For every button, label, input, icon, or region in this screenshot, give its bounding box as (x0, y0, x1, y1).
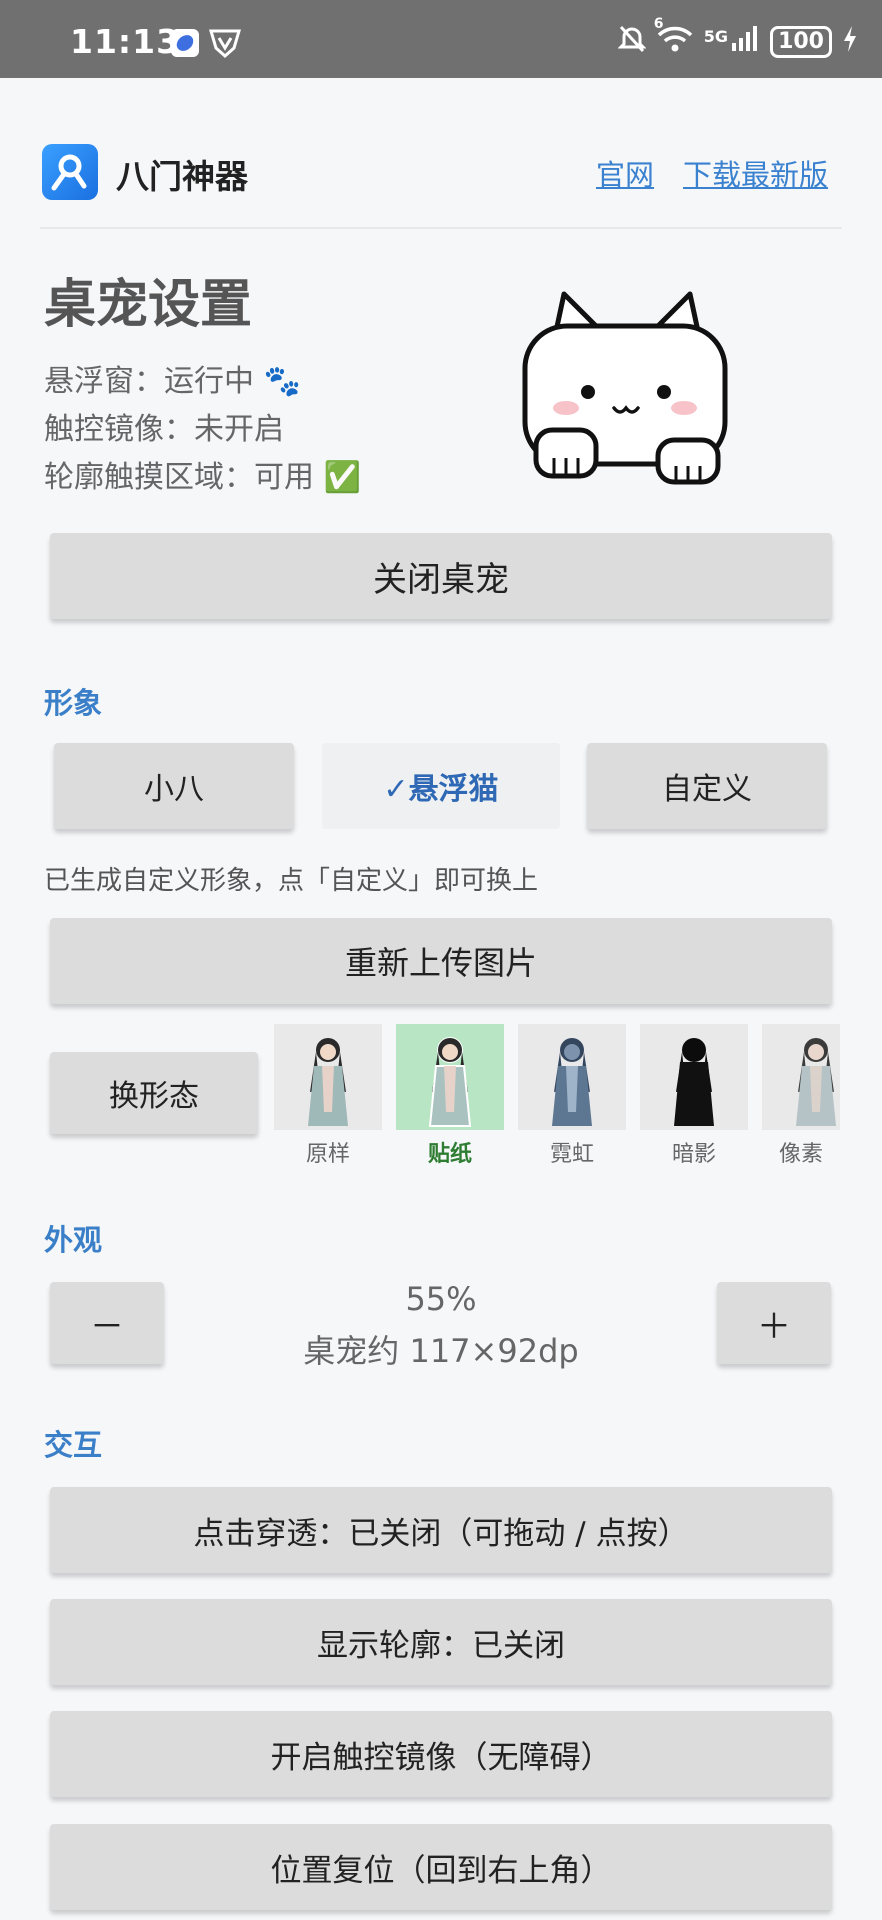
figure-shadow-image (674, 1038, 714, 1126)
form-thumb-sticker[interactable] (396, 1024, 504, 1130)
option-custom-button[interactable]: 自定义 (587, 743, 827, 829)
form-label-original: 原样 (305, 1142, 350, 1167)
form-thumb-neon[interactable] (518, 1024, 626, 1130)
appearance-section-label: 外观 (44, 1223, 103, 1257)
figure-pixel-image (796, 1038, 836, 1126)
status-time: 11:13 (70, 22, 181, 61)
status-right: 6 5G 100 (617, 16, 858, 60)
form-label-neon: 霓虹 (549, 1142, 594, 1167)
contour-area-status: 轮廓触摸区域：可用 ✅ (44, 460, 361, 495)
enable-touch-mirror-button[interactable]: 开启触控镜像（无障碍） (50, 1711, 832, 1797)
status-bar: 11:13 6 5G 100 (0, 0, 882, 78)
size-dp-text: 桌宠约 117×92dp (303, 1332, 579, 1370)
form-thumb-shadow[interactable] (640, 1024, 748, 1130)
interaction-section-label: 交互 (44, 1428, 103, 1462)
battery-icon: 100 (770, 26, 832, 58)
form-label-sticker: 贴纸 (427, 1142, 472, 1167)
download-latest-link[interactable]: 下载最新版 (683, 152, 828, 194)
click-through-button[interactable]: 点击穿透：已关闭（可拖动 / 点按） (50, 1487, 832, 1573)
app-header: 八门神器 官网 下载最新版 (0, 78, 882, 228)
custom-image-note: 已生成自定义形象，点「自定义」即可换上 (44, 866, 539, 896)
signal-icon (730, 25, 760, 59)
official-site-link[interactable]: 官网 (596, 152, 654, 194)
close-pet-button[interactable]: 关闭桌宠 (50, 533, 832, 619)
figure-original-image (308, 1038, 348, 1126)
reupload-image-button[interactable]: 重新上传图片 (50, 918, 832, 1004)
form-label-pixel: 像素 (778, 1142, 823, 1167)
network-type: 5G (703, 26, 729, 46)
figure-sticker-image (428, 1037, 472, 1127)
charging-icon (842, 25, 858, 59)
shield-icon (208, 28, 242, 62)
option-floating-cat-button[interactable]: ✓悬浮猫 (322, 743, 560, 829)
image-section-label: 形象 (44, 686, 103, 720)
app-logo-icon (42, 144, 98, 200)
size-percent: 55% (405, 1280, 477, 1318)
form-thumb-original[interactable] (274, 1024, 382, 1130)
wifi-label: 6 (653, 16, 664, 32)
wifi-icon: 6 (654, 16, 694, 60)
floating-window-status: 悬浮窗：运行中 🐾 (44, 364, 301, 399)
show-contour-button[interactable]: 显示轮廓：已关闭 (50, 1599, 832, 1685)
page-title: 桌宠设置 (44, 275, 253, 335)
option-xiaoba-button[interactable]: 小八 (54, 743, 294, 829)
reset-position-button[interactable]: 位置复位（回到右上角） (50, 1824, 832, 1910)
form-label-shadow: 暗影 (671, 1142, 716, 1167)
header-divider (40, 227, 842, 229)
change-form-button[interactable]: 换形态 (50, 1052, 258, 1134)
form-thumb-pixel[interactable] (762, 1024, 840, 1130)
figure-neon-image (552, 1038, 592, 1126)
cat-pet-image[interactable] (522, 290, 732, 490)
touch-mirror-status: 触控镜像：未开启 (44, 412, 284, 447)
bell-off-icon (617, 24, 647, 60)
app-name: 八门神器 (116, 157, 248, 196)
app-notification-icon (170, 28, 200, 62)
